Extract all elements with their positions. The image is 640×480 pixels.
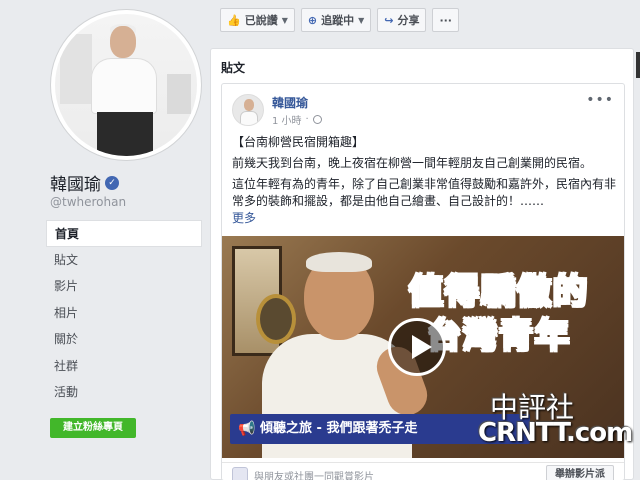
nav-item-events[interactable]: 活動 [46,379,202,406]
post-timestamp[interactable]: 1 小時 [272,112,302,127]
profile-picture[interactable] [51,10,201,160]
video-person-hair [306,252,372,272]
watch-party-icon [232,467,248,480]
chevron-down-icon: ▼ [358,15,365,25]
video-mirror [256,294,296,344]
more-options-button[interactable]: ··· [432,8,459,32]
video-title-line-1: 值得驕傲的 [408,271,589,313]
share-button[interactable]: ↪ 分享 [377,8,427,32]
liked-label: 已說讚 [244,14,278,27]
page-nav: 首頁 貼文 影片 相片 關於 社群 活動 [46,220,202,406]
post-paragraph-2: 這位年輕有為的青年，除了自己創業非常值得鼓勵和嘉許外，民宿內有非常多的裝飾和擺設… [232,177,617,208]
verified-badge-icon: ✓ [105,175,119,190]
create-page-button[interactable]: 建立粉絲專頁 [50,418,136,438]
post-body: 【台南柳營民宿開箱趣】 前幾天我到台南，晚上夜宿在柳營一間年輕朋友自己創業開的民… [232,134,618,227]
page-action-bar: 👍 已說讚 ▼ ⊕ 追蹤中 ▼ ↪ 分享 ··· [220,8,459,32]
post-headline: 【台南柳營民宿開箱趣】 [232,135,365,149]
nav-item-home[interactable]: 首頁 [46,220,202,247]
nav-item-posts[interactable]: 貼文 [46,247,202,274]
avatar [55,14,197,156]
nav-item-photos[interactable]: 相片 [46,300,202,327]
page-handle[interactable]: @twherohan [50,195,126,209]
following-label: 追蹤中 [321,14,355,27]
nav-item-about[interactable]: 關於 [46,326,202,353]
megaphone-icon: 📢 [238,421,256,437]
following-button[interactable]: ⊕ 追蹤中 ▼ [300,8,372,32]
post-author-name[interactable]: 韓國瑜 [272,94,308,111]
post-author-avatar[interactable] [232,94,264,126]
video-banner-text: 傾聽之旅 - 我們跟著禿子走 [260,421,418,436]
more-icon: ··· [439,13,452,27]
posts-panel-title: 貼文 [221,61,246,75]
separator: · [305,114,309,125]
rss-icon: ⊕ [307,13,318,27]
page-name[interactable]: 韓國瑜 ✓ [50,170,119,195]
post-options-icon[interactable]: ••• [586,92,614,108]
watch-party-bar: 與朋友或社團一同觀賞影片 舉辦影片派 [222,462,624,480]
watch-party-text: 與朋友或社團一同觀賞影片 [254,472,374,480]
liked-button[interactable]: 👍 已說讚 ▼ [220,8,295,32]
play-button-icon[interactable] [388,318,446,376]
left-column: 韓國瑜 ✓ @twherohan 首頁 貼文 影片 相片 關於 社群 活動 建立… [0,0,210,480]
share-icon: ↪ [384,13,394,27]
thumbs-up-icon: 👍 [227,13,241,27]
see-more-link[interactable]: 更多 [232,211,256,225]
host-watch-party-button[interactable]: 舉辦影片派 [546,465,614,480]
nav-item-videos[interactable]: 影片 [46,273,202,300]
watermark-site-text: CRNTT.com [478,418,633,448]
nav-item-community[interactable]: 社群 [46,353,202,380]
post-meta: 1 小時 · [272,112,322,127]
right-edge-strip [636,52,640,78]
page-name-text[interactable]: 韓國瑜 [50,170,101,195]
chevron-down-icon: ▼ [281,15,288,25]
share-label: 分享 [397,14,420,27]
post-paragraph-1: 前幾天我到台南，晚上夜宿在柳營一間年輕朋友自己創業開的民宿。 [232,156,593,170]
globe-icon [312,115,322,124]
